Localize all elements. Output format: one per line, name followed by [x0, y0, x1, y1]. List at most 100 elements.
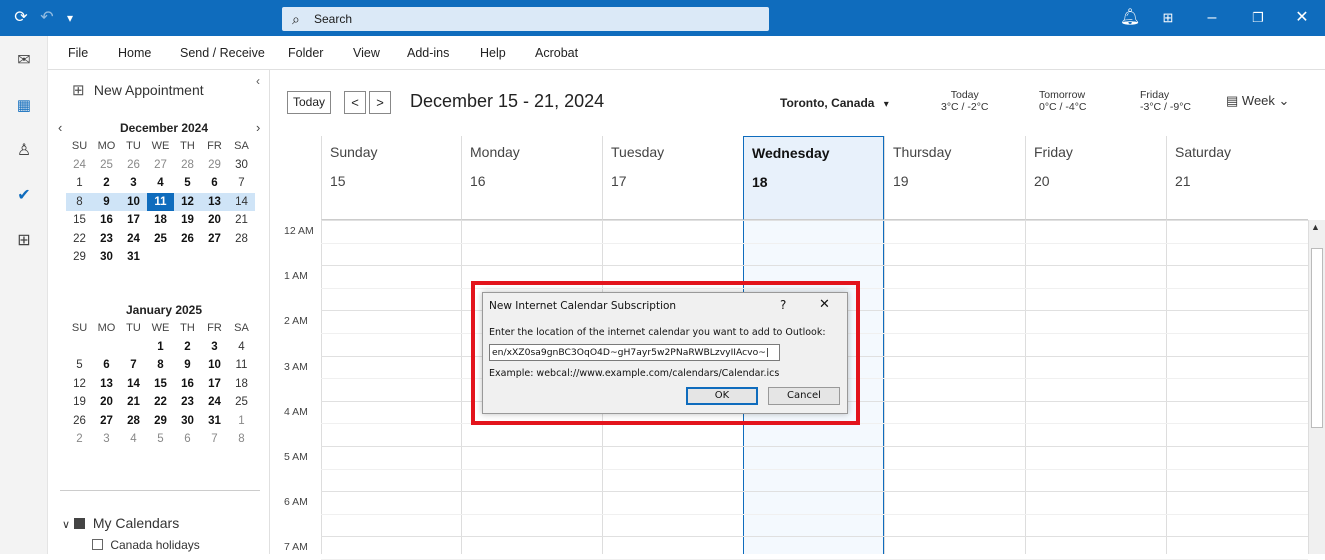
close-icon[interactable]: ✕	[819, 297, 830, 312]
calendar-day[interactable]: 11	[147, 192, 174, 211]
calendar-day[interactable]: 10	[120, 192, 147, 211]
calendar-day[interactable]: 22	[66, 230, 93, 249]
calendar-day[interactable]: 14	[228, 192, 255, 211]
calendar-day[interactable]: 7	[228, 174, 255, 193]
customize-icon[interactable]: ▾	[60, 0, 80, 36]
apps-icon[interactable]: ⊞	[9, 226, 39, 256]
calendar-day[interactable]: 17	[201, 375, 228, 394]
calendar-day[interactable]: 31	[120, 248, 147, 267]
calendar-day[interactable]: 1	[66, 174, 93, 193]
calendar-day[interactable]: 28	[120, 412, 147, 431]
day-header-thursday[interactable]: Thursday 19	[884, 136, 1025, 220]
calendar-day[interactable]: 18	[228, 375, 255, 394]
calendar-day[interactable]: 26	[66, 412, 93, 431]
calendar-day[interactable]: 5	[147, 430, 174, 449]
calendar-item-canada-holidays[interactable]: Canada holidays	[92, 538, 200, 552]
calendar-day[interactable]: 31	[201, 412, 228, 431]
calendar-day[interactable]: 29	[147, 412, 174, 431]
minimize-icon[interactable]: –	[1196, 0, 1228, 36]
undo-icon[interactable]: ↶	[36, 0, 58, 36]
calendar-day[interactable]: 15	[66, 211, 93, 230]
calendar-day[interactable]: 28	[228, 230, 255, 249]
calendar-day[interactable]: 22	[147, 393, 174, 412]
calendar-day[interactable]: 21	[120, 393, 147, 412]
calendar-day[interactable]: 2	[66, 430, 93, 449]
calendar-day[interactable]: 6	[201, 174, 228, 193]
calendar-day[interactable]: 29	[201, 156, 228, 175]
calendar-day[interactable]: 27	[147, 156, 174, 175]
ribbon-display-icon[interactable]: ⊞	[1154, 0, 1182, 36]
day-column[interactable]	[1166, 220, 1308, 554]
calendar-day[interactable]: 3	[120, 174, 147, 193]
ok-button[interactable]: OK	[686, 387, 758, 405]
calendar-day[interactable]: 30	[228, 156, 255, 175]
day-header-monday[interactable]: Monday 16	[461, 136, 602, 220]
calendar-day[interactable]: 30	[93, 248, 120, 267]
calendar-day[interactable]: 13	[201, 192, 228, 211]
day-header-saturday[interactable]: Saturday 21	[1166, 136, 1308, 220]
menu-view[interactable]: View	[353, 36, 380, 70]
search-box[interactable]: ⌕ Search	[282, 7, 769, 31]
calendar-day[interactable]: 27	[93, 412, 120, 431]
day-header-wednesday[interactable]: Wednesday 18	[743, 136, 884, 220]
calendar-day[interactable]: 28	[174, 156, 201, 175]
scroll-up-icon[interactable]: ▲	[1311, 222, 1320, 232]
todo-icon[interactable]: ✔	[9, 181, 39, 211]
calendar-day[interactable]: 8	[147, 356, 174, 375]
vertical-scrollbar[interactable]: ▲	[1308, 220, 1325, 554]
calendar-url-input[interactable]: en/xXZ0sa9gnBC3OqO4D~gH7ayr5w2PNaRWBLzvy…	[489, 344, 780, 361]
calendar-day[interactable]: 9	[174, 356, 201, 375]
cancel-button[interactable]: Cancel	[768, 387, 840, 405]
calendar-day[interactable]: 4	[120, 430, 147, 449]
calendar-day[interactable]: 30	[174, 412, 201, 431]
prev-month-icon[interactable]: ‹	[58, 120, 62, 135]
calendar-day[interactable]: 1	[228, 412, 255, 431]
calendar-day[interactable]: 8	[228, 430, 255, 449]
collapse-pane-icon[interactable]: ‹	[256, 74, 260, 88]
calendar-day[interactable]: 26	[120, 156, 147, 175]
sync-icon[interactable]: ⟳	[8, 0, 34, 36]
calendar-day[interactable]: 3	[93, 430, 120, 449]
calendar-day[interactable]: 19	[66, 393, 93, 412]
calendar-day[interactable]: 12	[66, 375, 93, 394]
weather-location-dropdown[interactable]: Toronto, Canada ▾	[780, 96, 889, 110]
calendar-icon[interactable]: ▦	[9, 91, 39, 121]
day-column[interactable]	[1025, 220, 1166, 554]
my-calendars-group[interactable]: ∨ My Calendars	[62, 515, 179, 531]
calendar-day[interactable]: 27	[201, 230, 228, 249]
calendar-day[interactable]: 17	[120, 211, 147, 230]
calendar-day[interactable]: 25	[147, 230, 174, 249]
day-column[interactable]	[884, 220, 1025, 554]
menu-help[interactable]: Help	[480, 36, 506, 70]
calendar-day[interactable]: 16	[93, 211, 120, 230]
calendar-checkbox[interactable]	[92, 539, 103, 550]
bell-icon[interactable]: 🔔︎	[1116, 0, 1144, 36]
restore-icon[interactable]: ❐	[1242, 0, 1274, 36]
calendar-day[interactable]: 5	[66, 356, 93, 375]
calendar-day[interactable]: 29	[66, 248, 93, 267]
calendar-day[interactable]: 7	[201, 430, 228, 449]
calendar-day[interactable]: 25	[93, 156, 120, 175]
day-header-friday[interactable]: Friday 20	[1025, 136, 1166, 220]
calendar-day[interactable]: 9	[93, 192, 120, 211]
calendar-day[interactable]: 19	[174, 211, 201, 230]
calendar-day[interactable]: 1	[147, 338, 174, 357]
calendar-day[interactable]: 21	[228, 211, 255, 230]
today-button[interactable]: Today	[287, 91, 331, 114]
day-header-sunday[interactable]: Sunday 15	[321, 136, 462, 220]
menu-send-receive[interactable]: Send / Receive	[180, 36, 265, 70]
day-column[interactable]	[321, 220, 462, 554]
calendar-day[interactable]: 26	[174, 230, 201, 249]
calendar-day[interactable]: 3	[201, 338, 228, 357]
calendar-day[interactable]: 8	[66, 192, 93, 211]
next-month-icon[interactable]: ›	[256, 120, 260, 135]
help-button[interactable]: ?	[780, 298, 786, 312]
calendar-day[interactable]: 14	[120, 375, 147, 394]
calendar-day[interactable]: 6	[174, 430, 201, 449]
calendar-day[interactable]: 5	[174, 174, 201, 193]
people-icon[interactable]: ♙	[9, 136, 39, 166]
scroll-thumb[interactable]	[1311, 248, 1323, 428]
calendar-day[interactable]: 24	[66, 156, 93, 175]
calendar-day[interactable]: 20	[93, 393, 120, 412]
calendar-day[interactable]: 20	[201, 211, 228, 230]
